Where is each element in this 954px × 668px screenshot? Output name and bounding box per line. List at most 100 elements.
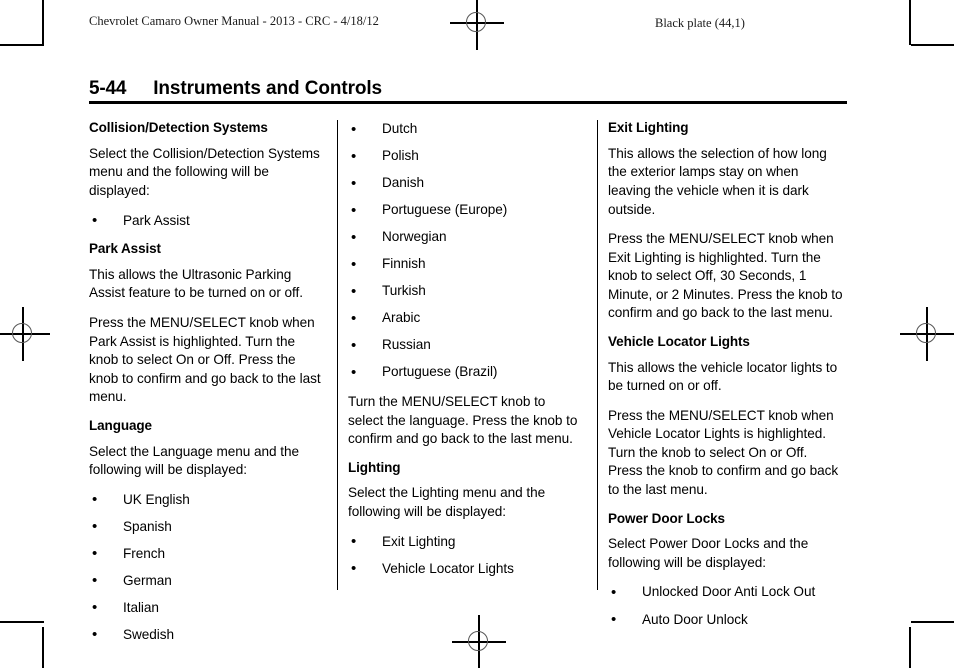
- list-item: • Russian: [348, 336, 584, 355]
- column-divider-1: [337, 120, 338, 590]
- list-item: • Turkish: [348, 282, 584, 301]
- list-language-items: • UK English • Spanish • French • German…: [89, 491, 325, 645]
- paragraph-park-assist-2: Press the MENU/SELECT knob when Park Ass…: [89, 315, 321, 405]
- crop-mark-top-left-horizontal: [0, 44, 44, 46]
- list-item: • Portuguese (Brazil): [348, 363, 584, 382]
- registration-target-icon-bottom: [452, 615, 506, 668]
- bullet-icon: •: [351, 336, 357, 354]
- registration-target-icon-left: [0, 307, 50, 361]
- paragraph-language-intro: Select the Language menu and the followi…: [89, 443, 300, 478]
- bullet-icon: •: [351, 309, 357, 327]
- list-item-label: Swedish: [123, 626, 175, 642]
- section-heading-vehicle-locator-lights: Vehicle Locator Lights: [608, 333, 750, 349]
- bullet-icon: •: [351, 560, 357, 578]
- page-title: 5-44 Instruments and Controls: [89, 78, 847, 100]
- bullet-icon: •: [351, 363, 357, 381]
- paragraph-lighting-intro: Select the Lighting menu and the followi…: [348, 485, 546, 520]
- list-item: • UK English: [89, 491, 325, 510]
- registration-circle: [466, 12, 486, 32]
- list-item: • Unlocked Door Anti Lock Out: [608, 583, 844, 602]
- bullet-icon: •: [611, 583, 617, 601]
- title-divider: [89, 101, 847, 104]
- paragraph-language-outro: Turn the MENU/SELECT knob to select the …: [348, 393, 578, 447]
- section-heading-power-door-locks: Power Door Locks: [608, 510, 725, 526]
- registration-circle: [468, 631, 488, 651]
- page-number: 5-44: [89, 78, 127, 99]
- list-item-label: Unlocked Door Anti Lock Out: [642, 584, 816, 600]
- list-item: • Spanish: [89, 518, 325, 537]
- crop-mark-top-right-horizontal: [911, 44, 954, 46]
- column-divider-2: [597, 120, 598, 590]
- list-item-label: Danish: [382, 175, 425, 191]
- paragraph-exit-lighting-1: This allows the selection of how long th…: [608, 145, 827, 217]
- list-item: • Norwegian: [348, 228, 584, 247]
- paragraph-vehicle-locator-2: Press the MENU/SELECT knob when Vehicle …: [608, 407, 839, 497]
- list-item: • Park Assist: [89, 212, 325, 231]
- list-item-label: UK English: [123, 491, 190, 507]
- text-column-left: Collision/Detection Systems Select the C…: [89, 120, 325, 656]
- list-item: • Finnish: [348, 255, 584, 274]
- section-heading-lighting: Lighting: [348, 459, 401, 475]
- list-item: • Vehicle Locator Lights: [348, 560, 584, 579]
- list-item-label: Portuguese (Europe): [382, 202, 508, 218]
- list-item-label: Spanish: [123, 518, 172, 534]
- bullet-icon: •: [351, 147, 357, 165]
- list-item-label: Italian: [123, 599, 159, 615]
- chapter-title: Instruments and Controls: [153, 78, 383, 99]
- list-item: • German: [89, 572, 325, 591]
- registration-circle: [12, 323, 32, 343]
- crop-mark-bottom-left-horizontal: [0, 621, 44, 623]
- bullet-icon: •: [351, 228, 357, 246]
- list-item-label: Dutch: [382, 121, 418, 136]
- section-heading-exit-lighting: Exit Lighting: [608, 120, 689, 135]
- section-heading-language: Language: [89, 417, 152, 433]
- list-item: • Exit Lighting: [348, 533, 584, 552]
- list-item: • Arabic: [348, 309, 584, 328]
- bullet-icon: •: [92, 491, 98, 509]
- text-column-right: Exit Lighting This allows the selection …: [608, 120, 844, 640]
- bullet-icon: •: [92, 572, 98, 590]
- list-power-door-locks-items: • Unlocked Door Anti Lock Out • Auto Doo…: [608, 583, 844, 629]
- bullet-icon: •: [351, 174, 357, 192]
- list-item-label: Finnish: [382, 256, 426, 272]
- bullet-icon: •: [351, 201, 357, 219]
- list-lighting-items: • Exit Lighting • Vehicle Locator Lights: [348, 533, 584, 579]
- bullet-icon: •: [611, 611, 617, 629]
- registration-target-icon-top: [450, 0, 504, 50]
- list-item-label: Polish: [382, 148, 419, 164]
- list-item: • Dutch: [348, 120, 584, 139]
- bullet-icon: •: [92, 545, 98, 563]
- running-head-right: Black plate (44,1): [655, 16, 745, 30]
- list-item-label: Vehicle Locator Lights: [382, 560, 514, 576]
- section-heading-park-assist: Park Assist: [89, 241, 161, 257]
- list-item: • French: [89, 545, 325, 564]
- list-item-label: German: [123, 572, 172, 588]
- list-item: • Auto Door Unlock: [608, 611, 844, 630]
- list-item: • Danish: [348, 174, 584, 193]
- list-item-label: Portuguese (Brazil): [382, 364, 498, 380]
- list-item-label: Exit Lighting: [382, 533, 456, 549]
- paragraph-collision-intro: Select the Collision/Detection Systems m…: [89, 145, 320, 198]
- list-item: • Swedish: [89, 626, 325, 645]
- list-item-label: Russian: [382, 337, 431, 353]
- manual-page: Chevrolet Camaro Owner Manual - 2013 - C…: [0, 0, 954, 668]
- registration-target-icon-right: [900, 307, 954, 361]
- list-item-label: French: [123, 545, 166, 561]
- bullet-icon: •: [92, 599, 98, 617]
- section-heading-collision-detection-systems: Collision/Detection Systems: [89, 120, 268, 135]
- list-item-label: Auto Door Unlock: [642, 611, 748, 627]
- bullet-icon: •: [92, 626, 98, 644]
- text-column-middle: • Dutch • Polish • Danish • Portuguese (…: [348, 120, 584, 589]
- list-item-label: Turkish: [382, 283, 426, 299]
- bullet-icon: •: [351, 533, 357, 551]
- paragraph-park-assist-1: This allows the Ultrasonic Parking Assis…: [89, 266, 303, 301]
- bullet-icon: •: [351, 255, 357, 273]
- bullet-icon: •: [351, 120, 357, 138]
- paragraph-vehicle-locator-1: This allows the vehicle locator lights t…: [608, 359, 838, 394]
- registration-circle: [916, 323, 936, 343]
- list-item-label: Arabic: [382, 310, 421, 326]
- crop-mark-bottom-right-horizontal: [911, 621, 954, 623]
- crop-mark-bottom-left-vertical: [42, 627, 44, 668]
- list-language-items-continued: • Dutch • Polish • Danish • Portuguese (…: [348, 120, 584, 382]
- crop-mark-top-left-vertical: [42, 0, 44, 45]
